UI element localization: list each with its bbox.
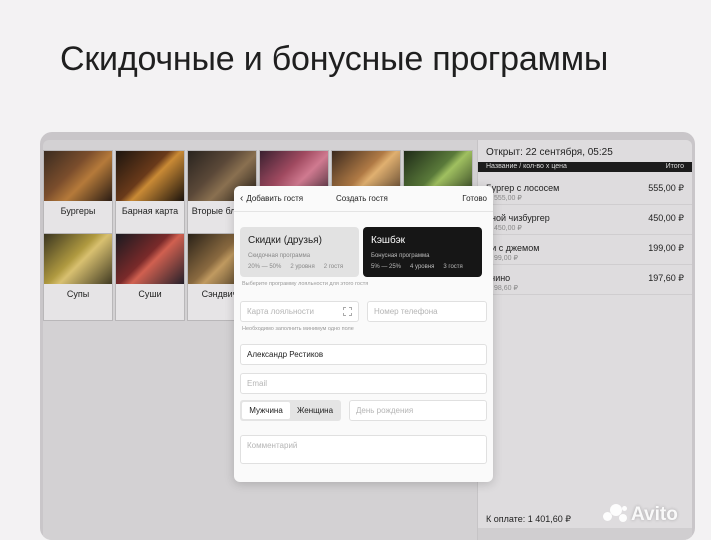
category-photo <box>116 234 184 284</box>
gender-selector: Мужчина Женщина <box>240 400 341 421</box>
order-item-price: 199,00 ₽ <box>648 243 684 253</box>
program-subtitle: Бонусная программа <box>371 253 430 259</box>
loyalty-card-placeholder: Карта лояльности <box>247 307 315 316</box>
email-input[interactable]: Email <box>240 373 487 394</box>
order-item-price: 197,60 ₽ <box>648 273 684 283</box>
order-item-unit-price: 98,60 ₽ <box>494 285 518 292</box>
order-item[interactable]: ли с джемом 99,00 ₽ 199,00 ₽ <box>478 235 692 265</box>
order-item[interactable]: йной чизбургер 450,00 ₽ 450,00 ₽ <box>478 205 692 235</box>
order-opened-time: Открыт: 22 сентября, 05:25 <box>486 147 613 158</box>
category-photo <box>44 234 112 284</box>
back-button[interactable]: ‹ Добавить гостя <box>240 193 303 204</box>
category-soups[interactable]: Супы <box>43 233 113 321</box>
category-bar[interactable]: Барная карта <box>115 150 185 238</box>
birthday-placeholder: День рождения <box>356 406 414 415</box>
order-item-price: 555,00 ₽ <box>648 183 684 193</box>
order-item-name: ли с джемом <box>486 243 540 253</box>
program-range: 20% — 50% <box>248 264 282 270</box>
order-item-name: йной чизбургер <box>486 213 550 223</box>
modal-title: Создать гостя <box>336 194 388 203</box>
email-placeholder: Email <box>247 379 268 388</box>
back-label: Добавить гостя <box>246 194 304 203</box>
order-item-unit-price: 99,00 ₽ <box>494 255 518 262</box>
program-title: Кэшбэк <box>371 235 406 246</box>
program-subtitle: Скидочная программа <box>248 253 311 259</box>
create-guest-modal: ‹ Добавить гостя Создать гостя Готово Ски… <box>234 186 493 482</box>
program-card-discount[interactable]: Скидки (друзья) Скидочная программа 20% … <box>240 227 359 277</box>
scan-icon[interactable] <box>343 307 352 316</box>
fill-hint: Необходимо заполнить минимум одно поле <box>242 326 354 332</box>
birthday-input[interactable]: День рождения <box>349 400 487 421</box>
program-details: 5% — 25% 4 уровня 3 гостя <box>371 264 472 270</box>
loyalty-card-input[interactable]: Карта лояльности <box>240 301 359 322</box>
phone-placeholder: Номер телефона <box>374 307 438 316</box>
column-name: Название / кол-во x цена <box>486 163 567 170</box>
order-item-unit-price: 450,00 ₽ <box>494 225 522 232</box>
phone-input[interactable]: Номер телефона <box>367 301 487 322</box>
avito-logo-text: Avito <box>631 504 678 525</box>
comment-input[interactable]: Комментарий <box>240 435 487 464</box>
order-total: К оплате: 1 401,60 ₽ <box>486 514 571 524</box>
program-levels: 4 уровня <box>410 264 435 270</box>
program-details: 20% — 50% 2 уровня 2 гостя <box>248 264 352 270</box>
program-levels: 2 уровня <box>290 264 315 270</box>
program-guests: 3 гостя <box>443 264 463 270</box>
category-label: Бургеры <box>60 206 96 216</box>
done-button[interactable]: Готово <box>462 194 487 203</box>
slide-title: Скидочные и бонусные программы <box>60 40 609 78</box>
gender-female-option[interactable]: Женщина <box>291 402 339 419</box>
category-label: Супы <box>66 289 90 299</box>
order-column-header: Название / кол-во x цена Итого <box>478 162 692 172</box>
category-label: Суши <box>138 289 162 299</box>
program-hint: Выберите программу лояльности для этого … <box>242 281 369 287</box>
guest-name-value: Александр Рестиков <box>247 350 324 359</box>
column-total: Итого <box>665 163 684 170</box>
category-sushi[interactable]: Суши <box>115 233 185 321</box>
program-title: Скидки (друзья) <box>248 235 322 246</box>
guest-name-input[interactable]: Александр Рестиков <box>240 344 487 365</box>
category-photo <box>116 151 184 201</box>
program-range: 5% — 25% <box>371 264 402 270</box>
order-item-unit-price: 555,00 ₽ <box>494 195 522 202</box>
program-card-cashback[interactable]: Кэшбэк Бонусная программа 5% — 25% 4 уров… <box>363 227 482 277</box>
order-item[interactable]: учино 98,60 ₽ 197,60 ₽ <box>478 265 692 295</box>
program-guests: 2 гостя <box>323 264 344 270</box>
comment-placeholder: Комментарий <box>247 441 298 450</box>
gender-male-option[interactable]: Мужчина <box>242 402 290 419</box>
order-action-bar[interactable] <box>478 528 692 540</box>
modal-header: ‹ Добавить гостя Создать гостя Готово <box>234 186 493 212</box>
category-burgers[interactable]: Бургеры <box>43 150 113 238</box>
avito-logo-icon <box>603 503 629 523</box>
avito-watermark: Avito <box>603 503 678 527</box>
category-label: Барная карта <box>121 206 179 216</box>
order-item-name: Бургер с лососем <box>486 183 560 193</box>
order-item[interactable]: Бургер с лососем 555,00 ₽ 555,00 ₽ <box>478 175 692 205</box>
order-item-price: 450,00 ₽ <box>648 213 684 223</box>
category-photo <box>44 151 112 201</box>
chevron-left-icon: ‹ <box>240 193 244 204</box>
order-panel: Открыт: 22 сентября, 05:25 Название / ко… <box>477 140 692 540</box>
